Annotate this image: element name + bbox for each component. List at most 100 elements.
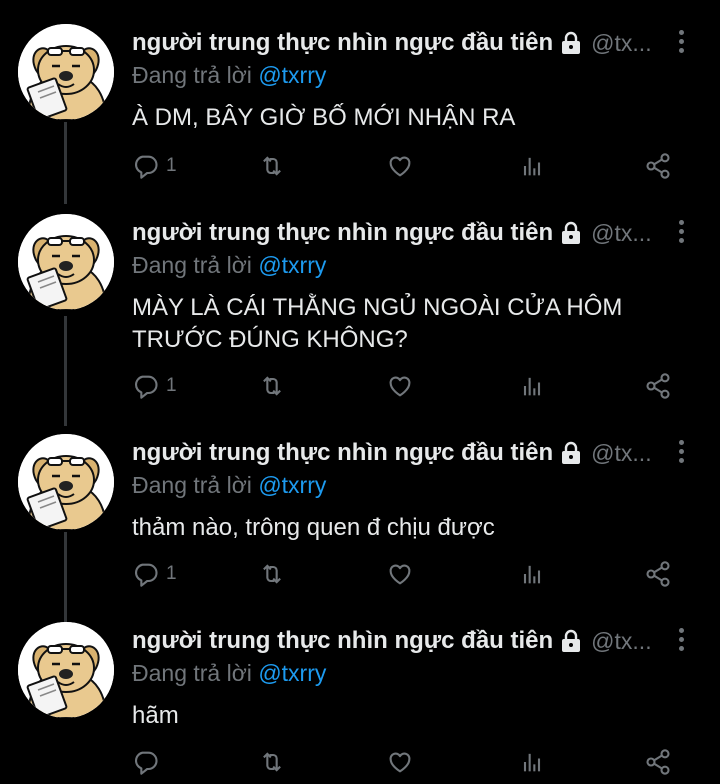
replying-to-mention[interactable]: @txrry <box>258 660 326 686</box>
reply-icon <box>132 560 160 588</box>
lock-icon <box>559 441 583 465</box>
like-button[interactable] <box>386 744 414 780</box>
retweet-button[interactable] <box>258 556 286 592</box>
views-icon <box>518 748 546 776</box>
views-button[interactable] <box>518 148 546 184</box>
avatar[interactable] <box>18 434 114 530</box>
more-icon <box>678 30 684 35</box>
reply-count: 1 <box>166 155 177 176</box>
avatar[interactable] <box>18 24 114 120</box>
tweet-text: À DM, BÂY GIỜ BỐ MỚI NHẬN RA <box>132 104 516 131</box>
replying-prefix: Đang trả lời <box>132 660 252 686</box>
reply-count: 1 <box>166 375 177 396</box>
author-name[interactable]: người trung thực nhìn ngực đầu tiên <box>132 439 553 467</box>
tweet-header: người trung thực nhìn ngực đầu tiên @tx.… <box>132 28 680 58</box>
tweet-header: người trung thực nhìn ngực đầu tiên @tx.… <box>132 626 680 656</box>
reply-button[interactable]: 1 <box>132 368 177 404</box>
replying-prefix: Đang trả lời <box>132 472 252 498</box>
share-button[interactable] <box>644 744 672 780</box>
like-icon <box>386 748 414 776</box>
more-options-button[interactable] <box>676 628 686 654</box>
retweet-icon <box>258 560 286 588</box>
views-icon <box>518 152 546 180</box>
retweet-icon <box>258 748 286 776</box>
more-icon-dot <box>678 458 684 463</box>
tweet-actions: 1 <box>132 148 692 184</box>
avatar-dog-image <box>18 214 114 310</box>
author-name[interactable]: người trung thực nhìn ngực đầu tiên <box>132 627 553 655</box>
more-icon-dot <box>678 238 684 243</box>
retweet-icon <box>258 152 286 180</box>
lock-icon <box>559 221 583 245</box>
tweet-actions: 1 <box>132 368 692 404</box>
more-icon-dot <box>678 229 684 234</box>
views-button[interactable] <box>518 556 546 592</box>
lock-icon <box>559 629 583 653</box>
more-icon-dot <box>678 48 684 53</box>
reply-button[interactable]: 1 <box>132 148 177 184</box>
reply-icon <box>132 748 160 776</box>
like-icon <box>386 152 414 180</box>
more-options-button[interactable] <box>676 30 686 56</box>
views-button[interactable] <box>518 368 546 404</box>
replying-to-mention[interactable]: @txrry <box>258 472 326 498</box>
like-icon <box>386 560 414 588</box>
more-options-button[interactable] <box>676 440 686 466</box>
tweet-text: thảm nào, trông quen đ chịu được <box>132 514 495 541</box>
like-button[interactable] <box>386 368 414 404</box>
author-name[interactable]: người trung thực nhìn ngực đầu tiên <box>132 29 553 57</box>
replying-to-mention[interactable]: @txrry <box>258 252 326 278</box>
avatar-dog-image <box>18 622 114 718</box>
like-button[interactable] <box>386 148 414 184</box>
replying-to-line: Đang trả lời @txrry <box>132 660 326 687</box>
replying-prefix: Đang trả lời <box>132 252 252 278</box>
share-button[interactable] <box>644 556 672 592</box>
retweet-button[interactable] <box>258 148 286 184</box>
views-icon <box>518 560 546 588</box>
tweet[interactable]: người trung thực nhìn ngực đầu tiên @tx.… <box>0 214 720 408</box>
author-handle[interactable]: @tx... <box>591 440 651 467</box>
retweet-button[interactable] <box>258 368 286 404</box>
tweet-text: hãm <box>132 702 179 729</box>
avatar[interactable] <box>18 214 114 310</box>
share-button[interactable] <box>644 148 672 184</box>
share-icon <box>644 748 672 776</box>
more-icon <box>678 220 684 225</box>
like-icon <box>386 372 414 400</box>
author-handle[interactable]: @tx... <box>591 628 651 655</box>
reply-icon <box>132 152 160 180</box>
more-icon <box>678 440 684 445</box>
tweet-header: người trung thực nhìn ngực đầu tiên @tx.… <box>132 438 680 468</box>
more-icon-dot <box>678 646 684 651</box>
more-icon-dot <box>678 637 684 642</box>
tweet[interactable]: người trung thực nhìn ngực đầu tiên @tx.… <box>0 434 720 596</box>
replying-to-line: Đang trả lời @txrry <box>132 472 326 499</box>
share-icon <box>644 560 672 588</box>
replying-to-mention[interactable]: @txrry <box>258 62 326 88</box>
avatar[interactable] <box>18 622 114 718</box>
author-handle[interactable]: @tx... <box>591 30 651 57</box>
tweet[interactable]: người trung thực nhìn ngực đầu tiên @tx.… <box>0 24 720 188</box>
reply-count: 1 <box>166 563 177 584</box>
tweet[interactable]: người trung thực nhìn ngực đầu tiên @tx.… <box>0 622 720 784</box>
reply-button[interactable]: 1 <box>132 556 177 592</box>
lock-icon <box>559 31 583 55</box>
views-button[interactable] <box>518 744 546 780</box>
reply-button[interactable] <box>132 744 166 780</box>
author-handle[interactable]: @tx... <box>591 220 651 247</box>
share-icon <box>644 372 672 400</box>
avatar-dog-image <box>18 24 114 120</box>
replying-prefix: Đang trả lời <box>132 62 252 88</box>
replying-to-line: Đang trả lời @txrry <box>132 252 326 279</box>
replying-to-line: Đang trả lời @txrry <box>132 62 326 89</box>
tweet-text: MÀY LÀ CÁI THẰNG NGỦ NGOÀI CỬA HÔM TRƯỚC… <box>132 294 623 353</box>
views-icon <box>518 372 546 400</box>
share-button[interactable] <box>644 368 672 404</box>
more-icon-dot <box>678 449 684 454</box>
retweet-button[interactable] <box>258 744 286 780</box>
retweet-icon <box>258 372 286 400</box>
author-name[interactable]: người trung thực nhìn ngực đầu tiên <box>132 219 553 247</box>
like-button[interactable] <box>386 556 414 592</box>
more-options-button[interactable] <box>676 220 686 246</box>
tweet-header: người trung thực nhìn ngực đầu tiên @tx.… <box>132 218 680 248</box>
